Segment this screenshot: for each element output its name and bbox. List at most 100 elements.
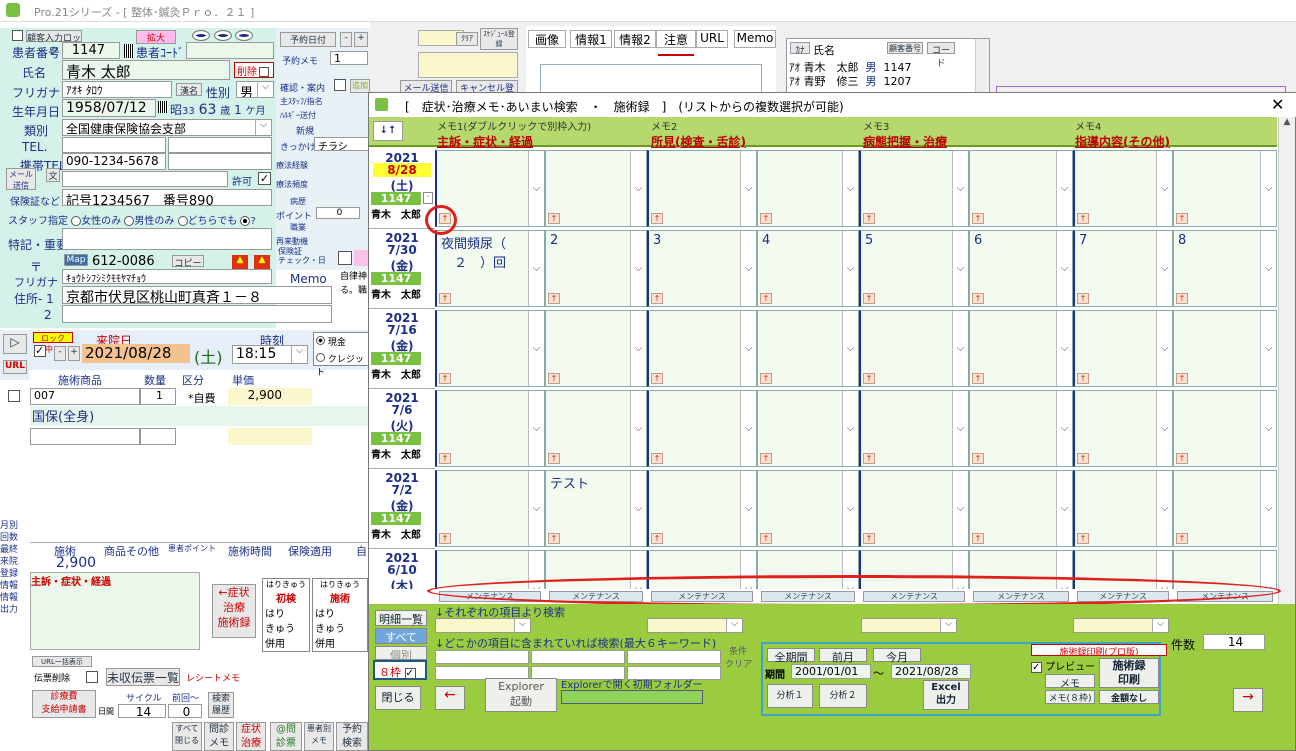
expand-up-icon[interactable]: ↑ bbox=[1077, 373, 1089, 384]
chevron-down-icon[interactable]: ⌵ bbox=[528, 231, 544, 306]
staff-radio-group[interactable]: スタッフ指定 女性のみ 男性のみ どちらでも ? bbox=[8, 212, 256, 227]
memo-cell[interactable]: ⌵↑ bbox=[859, 390, 969, 467]
memo-cell[interactable]: ⌵↑ bbox=[435, 390, 545, 467]
treatment-record-print-button[interactable]: 施術録 印刷 bbox=[1099, 658, 1159, 688]
individual-button[interactable]: 個別 bbox=[375, 646, 427, 662]
product-code[interactable]: 007 bbox=[30, 388, 140, 405]
memo-cell[interactable]: 6 ⌵ ↑ bbox=[969, 230, 1073, 307]
tab-memo[interactable]: Memo bbox=[734, 30, 776, 48]
memo-cell[interactable]: 8 ⌵ ↑ bbox=[1173, 230, 1277, 307]
expand-up-icon[interactable]: ↑ bbox=[548, 213, 560, 224]
expand-up-icon[interactable]: ↑ bbox=[548, 293, 560, 304]
chevron-down-icon[interactable]: ⌵ bbox=[1260, 391, 1276, 466]
column-2-header[interactable]: メモ2 所見(検査・舌診) bbox=[651, 118, 861, 150]
date-minus-button[interactable]: - bbox=[54, 346, 66, 361]
memo-cell[interactable]: ⌵↑ bbox=[1173, 150, 1277, 227]
notes-field[interactable] bbox=[62, 228, 272, 250]
zip-value[interactable]: 612-0086 bbox=[92, 254, 155, 269]
add-appointment-button[interactable]: 追加予約 bbox=[350, 79, 370, 93]
keyword-1[interactable] bbox=[435, 650, 529, 664]
patient-memo-button[interactable]: 患者別 メモ bbox=[304, 722, 334, 751]
prev-field[interactable]: 0 bbox=[168, 704, 202, 718]
chevron-down-icon[interactable]: ⌵ bbox=[952, 311, 968, 386]
chevron-down-icon[interactable]: ⌵ bbox=[1156, 231, 1172, 306]
last-month-button[interactable]: 前月 bbox=[819, 648, 867, 664]
qty-select[interactable]: 1 bbox=[140, 388, 176, 405]
keyword-2[interactable] bbox=[531, 650, 625, 664]
clear-button[interactable]: ｸﾘｱ bbox=[456, 32, 478, 46]
unpaid-slip-list-button[interactable]: 未収伝票一覧 bbox=[106, 668, 180, 686]
dob-field[interactable]: 1958/07/12 bbox=[62, 99, 156, 117]
confirm-checkbox[interactable] bbox=[334, 79, 346, 91]
insurance-field[interactable]: 記号1234567 番号890 bbox=[62, 189, 272, 206]
chevron-down-icon[interactable]: ⌵ bbox=[842, 391, 858, 466]
warning-icon[interactable]: ▲ bbox=[232, 255, 248, 269]
chevron-down-icon[interactable]: ⌵ bbox=[952, 391, 968, 466]
expand-up-icon[interactable]: ↑ bbox=[651, 373, 663, 384]
url-button[interactable]: URL bbox=[3, 360, 27, 374]
memo-cell[interactable]: ⌵↑ bbox=[647, 310, 757, 387]
memo-cell[interactable]: ⌵↑ bbox=[969, 390, 1073, 467]
tab-info2[interactable]: 情報2 bbox=[614, 30, 656, 48]
memo-cell[interactable]: ⌵↑ bbox=[859, 470, 969, 547]
expand-up-icon[interactable]: ↑ bbox=[651, 533, 663, 544]
expand-up-icon[interactable]: ↑ bbox=[863, 213, 875, 224]
tab-caution[interactable]: 注意 bbox=[656, 30, 696, 48]
close-button[interactable]: 閉じる bbox=[375, 686, 421, 710]
side-item[interactable]: 最終 bbox=[0, 544, 26, 556]
analyze-2-button[interactable]: 分析２ bbox=[819, 684, 867, 708]
chevron-down-icon[interactable]: ⌵ bbox=[1056, 391, 1072, 466]
column-4-header[interactable]: メモ4 指導内容(その他) bbox=[1075, 118, 1275, 150]
analyze-1-button[interactable]: 分析１ bbox=[767, 684, 813, 708]
addr2-field[interactable] bbox=[62, 305, 332, 323]
mobile2-field[interactable] bbox=[168, 153, 272, 170]
chevron-down-icon[interactable]: ⌵ bbox=[842, 231, 858, 306]
tab-info1[interactable]: 情報1 bbox=[570, 30, 612, 48]
chevron-down-icon[interactable]: ⌵ bbox=[1260, 311, 1276, 386]
point-field[interactable]: 0 bbox=[316, 207, 360, 219]
radio-male[interactable] bbox=[124, 216, 135, 226]
search-history-button[interactable]: 検索 履歴 bbox=[208, 692, 234, 718]
no-amount-button[interactable]: 金額なし bbox=[1099, 690, 1159, 704]
expand-up-icon[interactable]: ↑ bbox=[972, 213, 984, 224]
lock-input-button[interactable]: 顧客入力ロック bbox=[26, 30, 82, 57]
memo-cell[interactable]: ⌵↑ bbox=[435, 470, 545, 547]
memo-cell[interactable]: ⌵↑ bbox=[859, 150, 969, 227]
expand-up-icon[interactable]: ↑ bbox=[439, 293, 451, 304]
preview-toggle[interactable]: ✓ プレビュー bbox=[1031, 658, 1095, 673]
memo-cell[interactable]: ⌵↑ bbox=[969, 310, 1073, 387]
expand-up-icon[interactable]: ↑ bbox=[1077, 293, 1089, 304]
memo-cell[interactable]: ⌵↑ bbox=[647, 150, 757, 227]
expand-up-icon[interactable]: ↑ bbox=[972, 533, 984, 544]
symptom-button[interactable]: 症状 治療 bbox=[236, 722, 266, 751]
explorer-button[interactable]: Explorer 起動 bbox=[485, 678, 557, 712]
chevron-down-icon[interactable]: ⌵ bbox=[740, 231, 756, 306]
memo-cell[interactable]: 7 ⌵ ↑ bbox=[1073, 230, 1173, 307]
insurance-checkbox[interactable] bbox=[338, 251, 352, 265]
expand-up-icon[interactable]: ↑ bbox=[548, 533, 560, 544]
expand-up-icon[interactable]: ↑ bbox=[863, 293, 875, 304]
slip-delete-checkbox[interactable] bbox=[86, 671, 98, 683]
list-item[interactable]: ｱｵ 青野 修三 男 1207 bbox=[789, 73, 912, 89]
warning-icon[interactable]: ▲ bbox=[254, 255, 270, 269]
lock-checkbox[interactable] bbox=[12, 30, 23, 41]
chevron-down-icon[interactable]: ⌵ bbox=[952, 471, 968, 546]
plus-button[interactable]: + bbox=[354, 32, 368, 47]
symptom-memo[interactable]: 主訴・症状・経過 bbox=[30, 572, 200, 650]
record-date-cell[interactable]: 2021 7/16 (金) 1147 青木 太郎 bbox=[369, 309, 435, 389]
expand-up-icon[interactable]: ↑ bbox=[1176, 373, 1188, 384]
explorer-folder-field[interactable] bbox=[561, 690, 703, 704]
excel-export-button[interactable]: Excel 出力 bbox=[923, 680, 969, 710]
chevron-down-icon[interactable]: ⌵ bbox=[1260, 151, 1276, 226]
unit-price-2[interactable] bbox=[228, 428, 312, 445]
chevron-down-icon[interactable]: ⌵ bbox=[630, 231, 646, 306]
expand-up-icon[interactable]: ↑ bbox=[1176, 533, 1188, 544]
mobile-field[interactable]: 090-1234-5678 bbox=[62, 153, 166, 170]
date-plus-button[interactable]: + bbox=[68, 346, 80, 361]
permit-checkbox[interactable]: ✓ bbox=[258, 172, 271, 185]
patient-code-field[interactable] bbox=[186, 42, 274, 59]
scroll-up-icon[interactable]: ▲ bbox=[1279, 117, 1295, 127]
chevron-down-icon[interactable]: ⌵ bbox=[1260, 471, 1276, 546]
memo-cell[interactable]: ⌵↑ bbox=[1173, 470, 1277, 547]
search-field-3[interactable]: ⌵ bbox=[861, 618, 957, 633]
